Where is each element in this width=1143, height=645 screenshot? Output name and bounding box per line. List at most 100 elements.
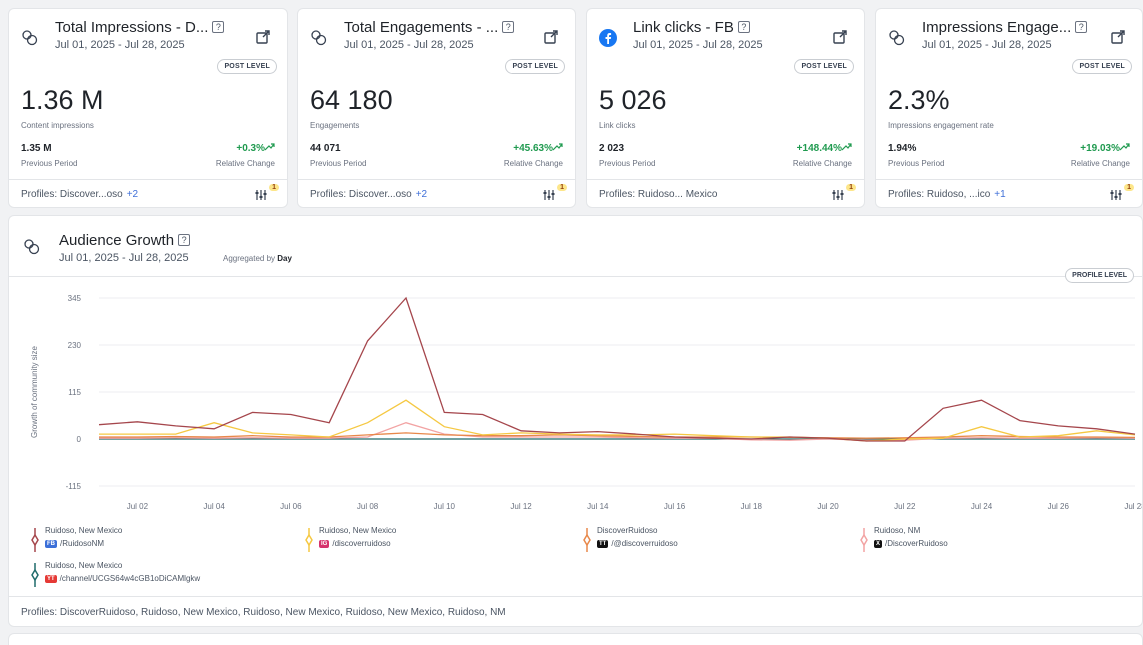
series-line [98,296,1136,442]
growth-footer: Profiles: DiscoverRuidoso, Ruidoso, New … [9,596,1142,628]
relative-change-label: Relative Change [215,159,275,168]
platform-badge: X [874,540,883,548]
facebook-icon [599,29,617,47]
help-icon[interactable]: ? [737,21,750,33]
kpi-title: Impressions Engage...? [922,19,1088,36]
help-icon[interactable]: ? [178,234,191,246]
next-card [8,633,1143,645]
relative-change: +0.3% [236,143,275,154]
kpi-value: 2.3% [888,85,950,115]
y-tick-label: 345 [68,294,82,303]
y-axis-label: Growth of community size [30,345,39,438]
export-icon[interactable] [1110,29,1126,45]
legend-handle: FB/RuidosoNM [45,539,105,548]
export-icon[interactable] [832,29,848,45]
series-marker [860,528,868,552]
kpi-value: 64 180 [310,85,393,115]
filter-count: 1 [1124,184,1134,191]
filter-count: 1 [557,184,567,191]
post-level-badge: POST LEVEL [1072,59,1132,74]
aggregation[interactable]: Aggregated by Day [223,254,292,263]
y-tick-label: 115 [68,388,81,397]
series-marker [305,528,313,552]
multi-network-icon [24,239,40,255]
help-icon[interactable]: ? [502,21,515,33]
kpi-header: Link clicks - FB? Jul 01, 2025 - Jul 28, … [597,17,854,57]
legend-profile-name: Ruidoso, New Mexico [319,526,397,535]
audience-growth-title: Audience Growth? [59,232,191,249]
audience-growth-chart: -115 0 115 230 345 Jul 02 Jul 04 Jul 06 Jul 08 Ju… [30,294,1142,511]
date-range: Jul 01, 2025 - Jul 28, 2025 [922,39,1052,51]
x-tick-label: Jul 20 [817,502,839,511]
filter-button[interactable]: 1 [832,184,856,202]
kpi-footer: Profiles: Discover...oso +2 1 [298,179,575,208]
kpi-header: Total Impressions - D...? Jul 01, 2025 - … [19,17,277,57]
trend-up-icon [264,143,275,151]
filter-button[interactable]: 1 [543,184,567,202]
multi-network-icon [311,30,327,46]
help-icon[interactable]: ? [212,21,225,33]
audience-growth-card: Audience Growth? Jul 01, 2025 - Jul 28, … [8,215,1143,627]
kpi-title: Total Impressions - D...? [55,19,225,36]
profiles-text[interactable]: Profiles: Discover...oso +2 [21,189,138,200]
post-level-badge: POST LEVEL [794,59,854,74]
legend-profile-name: DiscoverRuidoso [597,526,658,535]
legend-handle: IG/discoverruidoso [319,539,391,548]
kpi-value-label: Engagements [310,121,360,130]
date-range: Jul 01, 2025 - Jul 28, 2025 [59,252,189,264]
multi-network-icon [889,30,905,46]
x-tick-label: Jul 10 [434,502,456,511]
kpi-value-label: Impressions engagement rate [888,121,994,130]
kpi-card: Total Impressions - D...? Jul 01, 2025 - … [8,8,288,208]
trend-up-icon [841,143,852,151]
trend-up-icon [552,143,563,151]
x-tick-label: Jul 14 [587,502,609,511]
kpi-footer: Profiles: Ruidoso, ...ico +1 1 [876,179,1142,208]
previous-value: 2 023 [599,143,625,154]
post-level-badge: POST LEVEL [217,59,277,74]
relative-change: +148.44% [797,143,852,154]
kpi-title: Link clicks - FB? [633,19,750,36]
profiles-text[interactable]: Profiles: DiscoverRuidoso, Ruidoso, New … [21,607,506,618]
more-profiles-link[interactable]: +1 [994,189,1005,200]
x-tick-label: Jul 28 [1124,502,1142,511]
platform-badge: TT [597,540,609,548]
legend-handle: TT/@discoverruidoso [597,539,678,548]
filter-icon [255,190,267,200]
kpi-title: Total Engagements - ...? [344,19,515,36]
profiles-text[interactable]: Profiles: Ruidoso, ...ico +1 [888,189,1006,200]
x-tick-label: Jul 22 [894,502,916,511]
platform-badge: YT [45,575,57,583]
kpi-card: Link clicks - FB? Jul 01, 2025 - Jul 28, … [586,8,865,208]
filter-icon [1110,190,1122,200]
profiles-text[interactable]: Profiles: Ruidoso... Mexico [599,189,721,200]
previous-value: 1.94% [888,143,917,154]
previous-value: 44 071 [310,143,341,154]
more-profiles-link[interactable]: +2 [127,189,138,200]
profiles-text[interactable]: Profiles: Discover...oso +2 [310,189,427,200]
relative-change: +45.63% [513,143,563,154]
help-icon[interactable]: ? [1075,21,1088,33]
more-profiles-link[interactable]: +2 [416,189,427,200]
date-range: Jul 01, 2025 - Jul 28, 2025 [633,39,763,51]
filter-icon [832,190,844,200]
previous-label: Previous Period [888,159,945,168]
filter-button[interactable]: 1 [1110,184,1134,202]
filter-button[interactable]: 1 [255,184,279,202]
x-tick-label: Jul 24 [971,502,993,511]
date-range: Jul 01, 2025 - Jul 28, 2025 [55,39,185,51]
y-tick-label: 230 [68,341,82,350]
export-icon[interactable] [543,29,559,45]
series-marker [583,528,591,552]
kpi-header: Total Engagements - ...? Jul 01, 2025 - J… [308,17,565,57]
platform-badge: FB [45,540,57,548]
kpi-footer: Profiles: Ruidoso... Mexico 1 [587,179,864,208]
y-tick-label: -115 [66,482,82,491]
date-range: Jul 01, 2025 - Jul 28, 2025 [344,39,474,51]
previous-label: Previous Period [310,159,367,168]
export-icon[interactable] [255,29,271,45]
relative-change-label: Relative Change [792,159,852,168]
previous-label: Previous Period [21,159,78,168]
x-tick-label: Jul 18 [741,502,763,511]
trend-up-icon [1119,143,1130,151]
